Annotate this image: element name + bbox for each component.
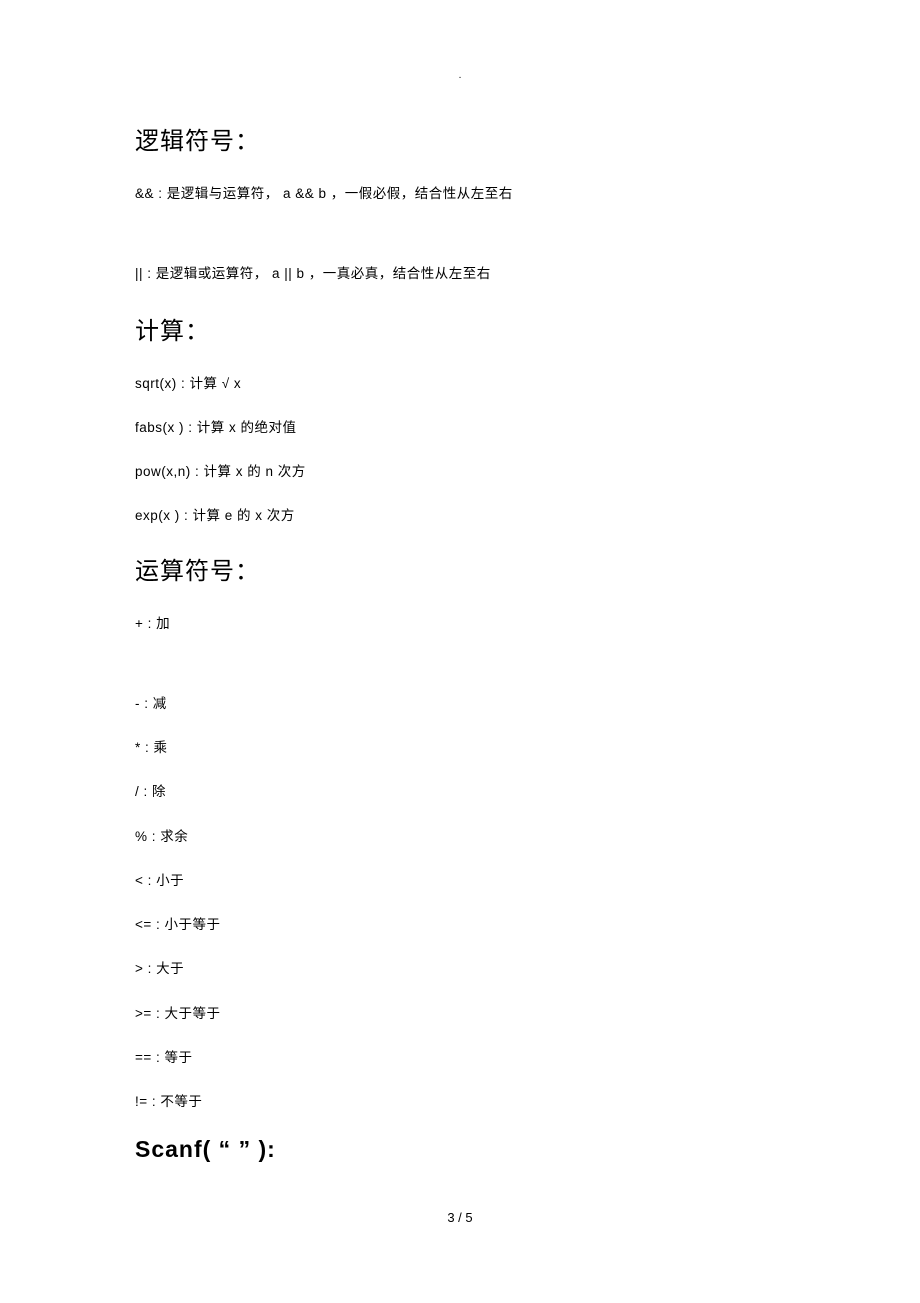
section-title-logic: 逻辑符号： [135, 121, 785, 156]
ops-item-7: > : 大于 [135, 959, 785, 979]
calc-item-1: fabs(x ) : 计算 x 的绝对值 [135, 418, 785, 438]
ops-item-9: == : 等于 [135, 1048, 785, 1068]
page-footer: 3 / 5 [0, 1210, 920, 1225]
section-title-scanf: Scanf( “ ” ): [135, 1136, 785, 1163]
ops-item-6: <= : 小于等于 [135, 915, 785, 935]
calc-item-2: pow(x,n) : 计算 x 的 n 次方 [135, 462, 785, 482]
ops-item-10: != : 不等于 [135, 1092, 785, 1112]
ops-item-4: % : 求余 [135, 827, 785, 847]
logic-item-0: && : 是逻辑与运算符， a && b ，一假必假，结合性从左至右 [135, 184, 785, 204]
page-content: . 逻辑符号： && : 是逻辑与运算符， a && b ，一假必假，结合性从左… [0, 0, 920, 1163]
calc-item-3: exp(x ) : 计算 e 的 x 次方 [135, 506, 785, 526]
ops-item-0: + : 加 [135, 614, 785, 634]
top-dot: . [135, 70, 785, 81]
ops-item-5: < : 小于 [135, 871, 785, 891]
ops-item-1: - : 减 [135, 694, 785, 714]
ops-item-3: / : 除 [135, 782, 785, 802]
section-title-ops: 运算符号： [135, 551, 785, 586]
calc-item-0: sqrt(x) : 计算 √ x [135, 374, 785, 394]
section-title-calc: 计算： [135, 311, 785, 346]
logic-item-1: || : 是逻辑或运算符， a || b ，一真必真，结合性从左至右 [135, 264, 785, 284]
ops-item-2: * : 乘 [135, 738, 785, 758]
ops-item-8: >= : 大于等于 [135, 1004, 785, 1024]
